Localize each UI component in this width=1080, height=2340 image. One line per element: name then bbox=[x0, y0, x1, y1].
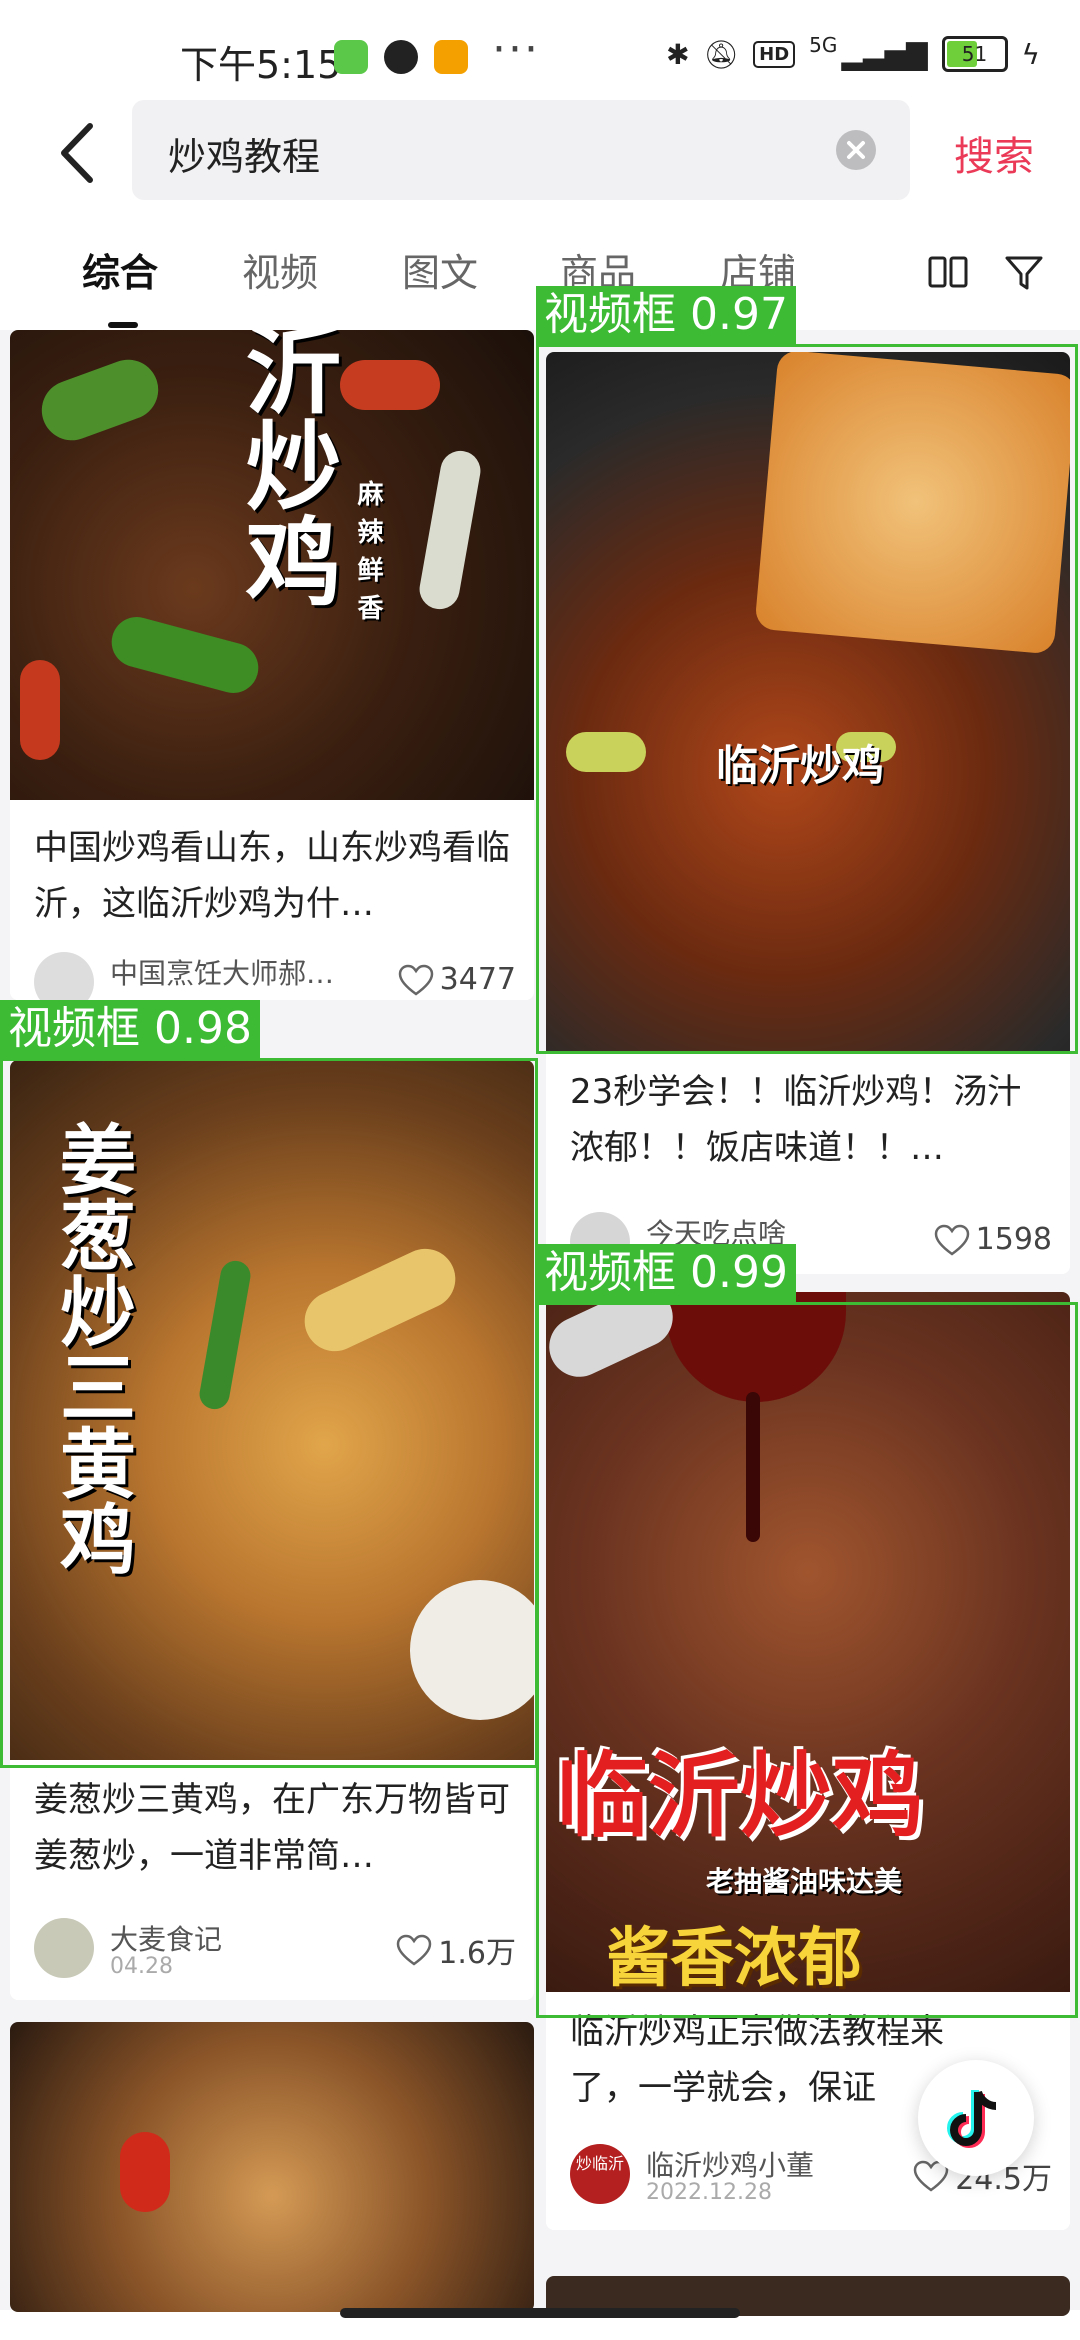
like-count[interactable]: 3477 bbox=[398, 962, 516, 997]
heart-icon bbox=[397, 1934, 432, 1966]
avatar[interactable] bbox=[34, 1918, 94, 1978]
author-name[interactable]: 大麦食记 bbox=[110, 1918, 222, 1958]
card-title[interactable]: 姜葱炒三黄鸡，在广东万物皆可姜葱炒，一道非常简… bbox=[34, 1772, 514, 1884]
home-indicator[interactable] bbox=[340, 2308, 740, 2318]
card-title[interactable]: 临沂炒鸡正宗做法教程来了，一学就会，保证 bbox=[570, 2004, 950, 2116]
like-count-value: 3477 bbox=[439, 962, 516, 997]
caption-char: 鸡 bbox=[229, 512, 342, 608]
search-query: 炒鸡教程 bbox=[168, 135, 321, 179]
clear-icon[interactable] bbox=[836, 130, 876, 170]
avatar[interactable]: 炒临沂 bbox=[570, 2144, 630, 2204]
detection-box bbox=[536, 1302, 1078, 2018]
detection-box bbox=[536, 344, 1078, 1054]
author-name[interactable]: 中国烹饪大师郝… bbox=[110, 952, 334, 992]
douyin-fab[interactable] bbox=[918, 2060, 1034, 2176]
heart-icon bbox=[934, 1224, 969, 1256]
detection-label: 视频框 0.98 bbox=[0, 1000, 260, 1058]
like-count-value: 1.6万 bbox=[438, 1936, 516, 1971]
caption-char: 炒 bbox=[229, 416, 342, 512]
back-icon[interactable] bbox=[50, 118, 110, 188]
detection-box bbox=[0, 1058, 538, 1768]
bluetooth-icon: ✱ bbox=[666, 37, 690, 71]
video-thumbnail[interactable]: 沂炒鸡 麻辣鲜香 bbox=[10, 330, 534, 800]
post-date: 2022.12.28 bbox=[646, 2180, 772, 2205]
search-input[interactable]: 炒鸡教程 bbox=[132, 100, 910, 200]
signal-icon: ▂▃▅▇ bbox=[841, 37, 928, 71]
author-name[interactable]: 临沂炒鸡小董 bbox=[646, 2144, 814, 2184]
card-title[interactable]: 中国炒鸡看山东，山东炒鸡看临沂，这临沂炒鸡为什… bbox=[34, 820, 514, 932]
app-notification-icon bbox=[334, 40, 368, 74]
like-count-value: 1598 bbox=[975, 1222, 1052, 1257]
post-date: 04.28 bbox=[110, 1954, 173, 1979]
58-app-icon bbox=[434, 40, 468, 74]
heart-icon bbox=[398, 964, 433, 996]
hd-icon: HD bbox=[753, 40, 796, 68]
card-meta: 大麦食记 04.28 1.6万 bbox=[34, 1918, 516, 1979]
battery-icon: 51 bbox=[941, 36, 1008, 72]
status-right: ✱ 🔕︎ HD 5G ▂▃▅▇ 51 ϟ bbox=[666, 33, 1040, 72]
tab-video[interactable]: 视频 bbox=[242, 242, 318, 297]
result-card[interactable] bbox=[10, 2022, 534, 2312]
detection-label: 视频框 0.99 bbox=[536, 1244, 796, 1302]
video-thumbnail[interactable] bbox=[10, 2022, 534, 2312]
like-count[interactable]: 1.6万 bbox=[396, 1928, 516, 1972]
result-card[interactable]: 沂炒鸡 麻辣鲜香 中国炒鸡看山东，山东炒鸡看临沂，这临沂炒鸡为什… 中国烹饪大师… bbox=[10, 330, 534, 1000]
status-time: 下午5:15 bbox=[180, 43, 342, 87]
mute-icon: 🔕︎ bbox=[703, 37, 740, 71]
tab-image-text[interactable]: 图文 bbox=[402, 242, 478, 297]
layout-toggle-icon[interactable] bbox=[926, 250, 970, 294]
card-meta: 中国烹饪大师郝… 3477 bbox=[34, 952, 516, 1000]
caption-char: 沂 bbox=[229, 330, 342, 416]
thumbnail-caption: 沂炒鸡 bbox=[229, 330, 342, 608]
filter-icon[interactable] bbox=[1002, 250, 1046, 294]
charging-icon: ϟ bbox=[1021, 37, 1040, 71]
active-tab-indicator bbox=[108, 322, 138, 328]
detection-label: 视频框 0.97 bbox=[536, 286, 796, 344]
battery-level: 51 bbox=[961, 42, 988, 66]
search-button[interactable]: 搜索 bbox=[954, 124, 1034, 182]
tab-comprehensive[interactable]: 综合 bbox=[82, 242, 158, 297]
card-title[interactable]: 23秒学会！！临沂炒鸡！汤汁浓郁！！饭店味道！！… bbox=[570, 1064, 1050, 1176]
douyin-icon bbox=[947, 2090, 997, 2148]
qq-icon bbox=[384, 40, 418, 74]
thumbnail-subcaption: 麻辣鲜香 bbox=[353, 480, 383, 632]
avatar[interactable] bbox=[34, 952, 94, 1000]
avatar-text: 炒临沂 bbox=[575, 2154, 624, 2173]
more-notifications-icon: ··· bbox=[492, 24, 540, 75]
search-header: 炒鸡教程 搜索 bbox=[0, 100, 1080, 210]
network-label: 5G bbox=[809, 33, 838, 57]
status-bar: 下午5:15 ··· ✱ 🔕︎ HD 5G ▂▃▅▇ 51 ϟ bbox=[0, 0, 1080, 110]
like-count[interactable]: 1598 bbox=[934, 1222, 1052, 1257]
